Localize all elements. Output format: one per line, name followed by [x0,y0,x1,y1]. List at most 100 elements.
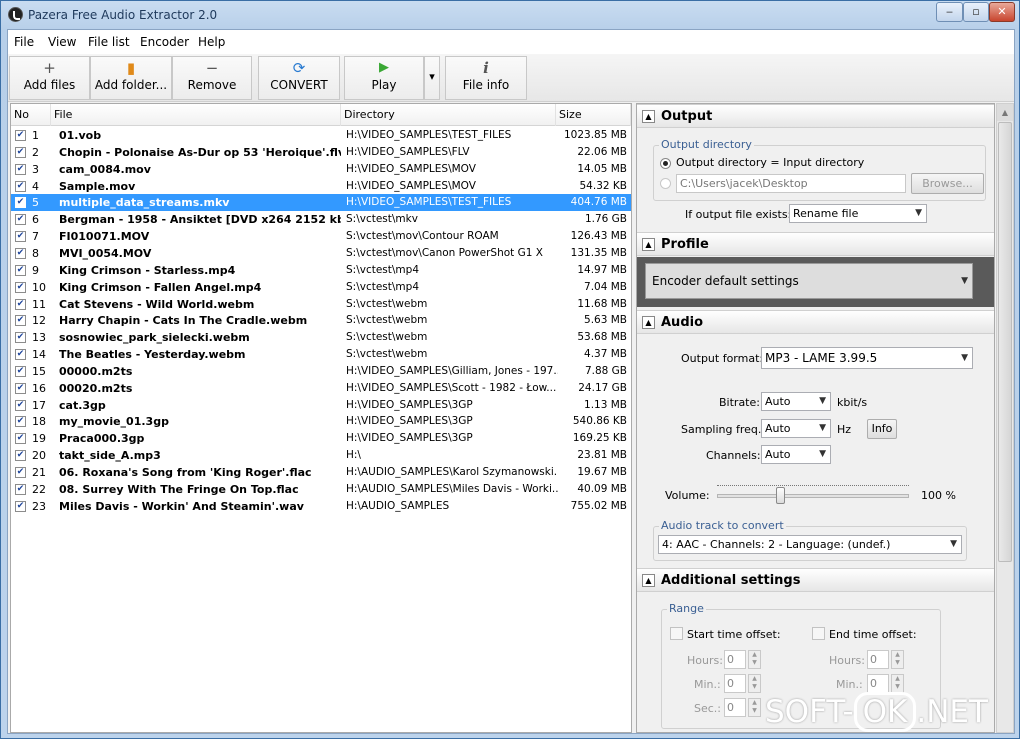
spin-arrows-icon[interactable]: ▲ ▼ [748,650,761,669]
table-row[interactable]: ✔ 8 MVI_0054.MOV S:\vctest\mov\Canon PowerS… [11,245,631,262]
add-files-button[interactable]: + Add files [9,56,90,100]
same-directory-radio[interactable] [660,158,671,169]
column-file[interactable]: File [51,104,341,126]
column-no[interactable]: No [11,104,51,126]
table-row[interactable]: ✔ 7 FI010071.MOV S:\vctest\mov\Contour ROAM… [11,228,631,245]
output-path-field[interactable]: C:\Users\jacek\Desktop [676,174,906,193]
row-checkbox[interactable]: ✔ [15,399,26,411]
audio-track-select[interactable]: 4: AAC - Channels: 2 - Language: (undef.… [658,535,962,554]
row-checkbox[interactable]: ✔ [15,332,26,344]
table-row[interactable]: ✔ 2 Chopin - Polonaise As-Dur op 53 'Heroi… [11,144,631,161]
scroll-up-icon[interactable]: ▲ [997,104,1013,121]
row-checkbox[interactable]: ✔ [15,264,26,276]
start-min-spinner[interactable]: 0 ▲ ▼ [724,674,761,693]
row-checkbox[interactable]: ✔ [15,163,26,175]
bitrate-select[interactable]: Auto ▼ [761,392,831,411]
slider-thumb[interactable] [776,487,785,504]
table-row[interactable]: ✔ 14 The Beatles - Yesterday.webm S:\vctest… [11,346,631,363]
table-row[interactable]: ✔ 1 01.vob H:\VIDEO_SAMPLES\TEST_FILES 1023.… [11,127,631,144]
table-row[interactable]: ✔ 6 Bergman - 1958 - Ansiktet [DVD x264 21… [11,211,631,228]
row-checkbox[interactable]: ✔ [15,365,26,377]
menu-file[interactable]: File [14,35,34,49]
table-row[interactable]: ✔ 15 00000.m2ts H:\VIDEO_SAMPLES\Gilliam, J… [11,363,631,380]
spin-arrows-icon[interactable]: ▲ ▼ [748,674,761,693]
close-button[interactable]: ✕ [989,2,1015,22]
menu-file-list[interactable]: File list [88,35,130,49]
table-row[interactable]: ✔ 11 Cat Stevens - Wild World.webm S:\vctes… [11,296,631,313]
volume-slider[interactable] [717,482,909,506]
settings-scrollbar[interactable]: ▲ [996,103,1014,733]
collapse-icon[interactable]: ▲ [642,574,655,587]
table-row[interactable]: ✔ 22 08. Surrey With The Fringe On Top.fla… [11,481,631,498]
row-checkbox[interactable]: ✔ [15,349,26,361]
column-directory[interactable]: Directory [341,104,556,126]
collapse-icon[interactable]: ▲ [642,316,655,329]
row-checkbox[interactable]: ✔ [15,315,26,327]
table-row[interactable]: ✔ 21 06. Roxana's Song from 'King Roger'.f… [11,464,631,481]
row-checkbox[interactable]: ✔ [15,382,26,394]
scroll-thumb[interactable] [998,122,1012,562]
start-offset-checkbox[interactable] [670,627,683,640]
row-checkbox[interactable]: ✔ [15,500,26,512]
table-row[interactable]: ✔ 12 Harry Chapin - Cats In The Cradle.web… [11,312,631,329]
table-row[interactable]: ✔ 9 King Crimson - Starless.mp4 S:\vctest\m… [11,262,631,279]
spin-arrows-icon[interactable]: ▲ ▼ [891,674,904,693]
column-size[interactable]: Size [556,104,631,126]
profile-select[interactable]: Encoder default settings ▼ [645,263,973,299]
title-bar[interactable]: Pazera Free Audio Extractor 2.0 ‒ ▫ ✕ [1,1,1019,29]
table-row[interactable]: ✔ 13 sosnowiec_park_sielecki.webm S:\vctest… [11,329,631,346]
additional-section-header[interactable]: ▲ Additional settings [637,568,994,592]
row-checkbox[interactable]: ✔ [15,298,26,310]
table-row[interactable]: ✔ 4 Sample.mov H:\VIDEO_SAMPLES\MOV 54.32 KB [11,178,631,195]
profile-section-header[interactable]: ▲ Profile [637,232,994,256]
collapse-icon[interactable]: ▲ [642,238,655,251]
row-checkbox[interactable]: ✔ [15,214,26,226]
browse-button[interactable]: Browse... [911,173,984,194]
menu-encoder[interactable]: Encoder [140,35,189,49]
output-format-select[interactable]: MP3 - LAME 3.99.5 ▼ [761,347,973,369]
end-min-spinner[interactable]: 0 ▲ ▼ [867,674,904,693]
table-row[interactable]: ✔ 23 Miles Davis - Workin' And Steamin'.wa… [11,498,631,515]
sampling-info-button[interactable]: Info [867,419,897,439]
row-checkbox[interactable]: ✔ [15,146,26,158]
table-row[interactable]: ✔ 16 00020.m2ts H:\VIDEO_SAMPLES\Scott - 19… [11,380,631,397]
row-checkbox[interactable]: ✔ [15,197,26,209]
custom-directory-radio[interactable] [660,178,671,189]
row-checkbox[interactable]: ✔ [15,483,26,495]
table-row[interactable]: ✔ 3 cam_0084.mov H:\VIDEO_SAMPLES\MOV 14.05 … [11,161,631,178]
output-section-header[interactable]: ▲ Output [637,104,994,128]
exists-select[interactable]: Rename file ▼ [789,204,927,223]
spin-arrows-icon[interactable]: ▲ ▼ [748,698,761,717]
channels-select[interactable]: Auto ▼ [761,445,831,464]
end-offset-checkbox[interactable] [812,627,825,640]
table-row[interactable]: ✔ 18 my_movie_01.3gp H:\VIDEO_SAMPLES\3GP 54… [11,413,631,430]
spin-arrows-icon[interactable]: ▲ ▼ [891,650,904,669]
row-checkbox[interactable]: ✔ [15,247,26,259]
row-checkbox[interactable]: ✔ [15,231,26,243]
table-row[interactable]: ✔ 19 Praca000.3gp H:\VIDEO_SAMPLES\3GP 169.2… [11,430,631,447]
end-hours-spinner[interactable]: 0 ▲ ▼ [867,650,904,669]
file-info-button[interactable]: i File info [445,56,527,100]
start-sec-spinner[interactable]: 0 ▲ ▼ [724,698,761,717]
add-folder-button[interactable]: ▮ Add folder... [90,56,172,100]
table-row[interactable]: ✔ 10 King Crimson - Fallen Angel.mp4 S:\vct… [11,279,631,296]
table-row[interactable]: ✔ 5 multiple_data_streams.mkv H:\VIDEO_SAMP… [11,194,631,212]
file-list[interactable]: No File Directory Size ✔ 1 01.vob H:\VIDEO_… [10,103,632,733]
row-checkbox[interactable]: ✔ [15,180,26,192]
menu-help[interactable]: Help [198,35,225,49]
row-checkbox[interactable]: ✔ [15,130,26,141]
row-checkbox[interactable]: ✔ [15,416,26,428]
audio-section-header[interactable]: ▲ Audio [637,310,994,334]
menu-view[interactable]: View [48,35,76,49]
minimize-button[interactable]: ‒ [936,2,963,22]
maximize-button[interactable]: ▫ [963,2,989,22]
play-dropdown-button[interactable]: ▾ [424,56,440,100]
collapse-icon[interactable]: ▲ [642,110,655,123]
table-row[interactable]: ✔ 17 cat.3gp H:\VIDEO_SAMPLES\3GP 1.13 MB [11,397,631,414]
convert-button[interactable]: ⟳ CONVERT [258,56,340,100]
play-button[interactable]: ▶ Play [344,56,424,100]
row-checkbox[interactable]: ✔ [15,281,26,293]
table-row[interactable]: ✔ 20 takt_side_A.mp3 H:\ 23.81 MB [11,447,631,464]
row-checkbox[interactable]: ✔ [15,450,26,462]
row-checkbox[interactable]: ✔ [15,433,26,445]
